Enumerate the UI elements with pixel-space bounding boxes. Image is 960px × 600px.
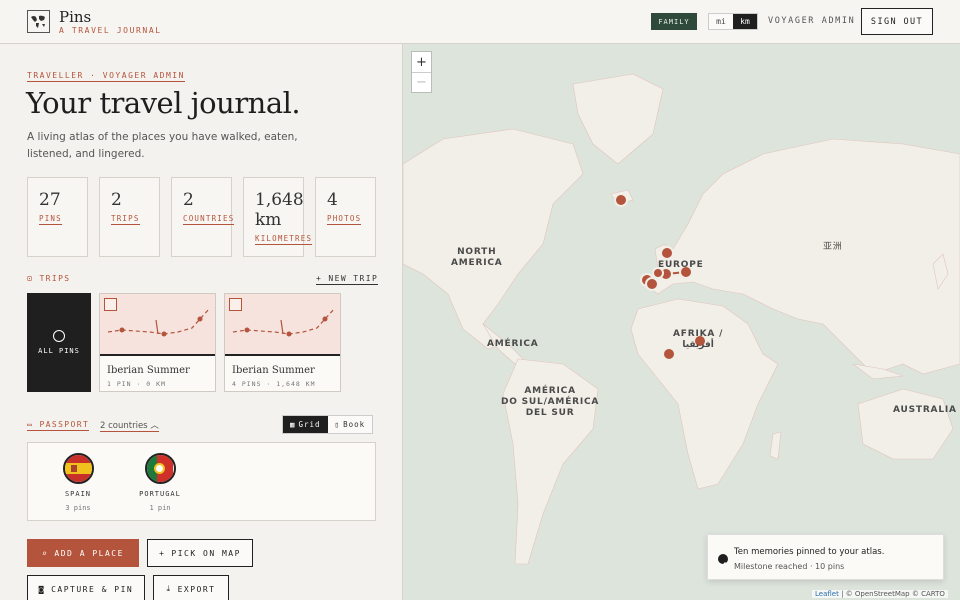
toast-title: Ten memories pinned to your atlas.	[734, 547, 885, 557]
trip-card[interactable]: Iberian Summer 1 PIN · 0 KM	[99, 293, 216, 392]
page-description: A living atlas of the places you have wa…	[27, 131, 298, 160]
globe-icon	[104, 298, 117, 311]
zoom-control: + −	[411, 51, 432, 93]
map-label-europe: EUROPE	[658, 260, 704, 270]
stat-kilometres: 1,648 km KILOMETRES	[243, 177, 313, 257]
trip-route-illustration	[100, 294, 215, 356]
stat-photos-label: PHOTOS	[327, 214, 362, 225]
trips-section-label: ⊡ TRIPS	[27, 274, 71, 283]
logo-map-icon[interactable]	[27, 10, 50, 33]
map-label-north-america: NORTH AMERICA	[451, 247, 503, 268]
grid-view-button[interactable]: ▦ Grid	[283, 416, 328, 433]
portugal-flag-icon	[144, 453, 176, 484]
check-circle-icon	[718, 554, 728, 567]
page-title: Your travel journal.	[26, 86, 301, 120]
leaflet-link[interactable]: Leaflet	[815, 590, 839, 598]
stat-countries-label: COUNTRIES	[183, 214, 235, 225]
search-icon: ⌕	[42, 548, 49, 558]
chevron-up-icon: ︿	[150, 421, 159, 431]
country-name: PORTUGAL	[139, 490, 181, 498]
all-pins-card[interactable]: ALL PINS	[27, 293, 91, 392]
stat-trips: 2 TRIPS	[99, 177, 160, 257]
family-badge: FAMILY	[651, 13, 697, 30]
book-view-button[interactable]: ▯ Book	[327, 416, 373, 433]
map-land	[403, 73, 960, 565]
export-button[interactable]: ⤓ EXPORT	[153, 575, 229, 600]
milestone-toast: Ten memories pinned to your atlas. Miles…	[707, 534, 944, 580]
country-filter-dropdown[interactable]: 2 countries ︿	[100, 419, 159, 432]
camera-icon: ◙	[38, 584, 46, 594]
brand-name: Pins	[59, 8, 92, 26]
spain-flag-icon	[62, 453, 94, 484]
compass-icon	[53, 330, 65, 342]
trip-meta: 1 PIN · 0 KM	[107, 380, 166, 388]
stat-trips-value: 2	[111, 190, 122, 210]
country-pin-count: 1 pin	[149, 504, 171, 512]
all-pins-label: ALL PINS	[38, 347, 80, 355]
download-icon: ⤓	[166, 584, 172, 593]
country-stamp-portugal[interactable]: PORTUGAL 1 pin	[125, 453, 195, 512]
attribution-text: | © OpenStreetMap © CARTO	[841, 590, 945, 598]
trip-meta: 4 PINS · 1,648 KM	[232, 380, 316, 388]
stat-pins-value: 27	[39, 190, 61, 210]
capture-pin-button[interactable]: ◙ CAPTURE & PIN	[27, 575, 145, 600]
stat-photos: 4 PHOTOS	[315, 177, 376, 257]
zoom-in-button[interactable]: +	[412, 52, 431, 72]
stat-kilometres-label: KILOMETRES	[255, 234, 313, 245]
passport-grid: SPAIN 3 pins PORTUGAL 1 pin	[27, 442, 376, 521]
trip-route-illustration	[225, 294, 340, 356]
unit-km-button[interactable]: km	[733, 14, 757, 29]
journal-panel: TRAVELLER · VOYAGER ADMIN Your travel jo…	[0, 44, 403, 600]
map-label-africa: AFRIKA / أفريقيا	[673, 329, 724, 350]
traveller-eyebrow: TRAVELLER · VOYAGER ADMIN	[27, 71, 185, 82]
country-stamp-spain[interactable]: SPAIN 3 pins	[43, 453, 113, 512]
user-label: VOYAGER ADMIN	[768, 16, 856, 26]
passport-section-label: ▭ PASSPORT	[27, 420, 90, 431]
map-label-asia: 亚洲	[823, 242, 843, 252]
map-label-south-america: AMÉRICA DO SUL/AMÉRICA DEL SUR	[501, 386, 600, 418]
suitcase-icon: ⊡	[27, 274, 40, 283]
stat-kilometres-value: 1,648 km	[255, 190, 304, 230]
trip-name: Iberian Summer	[107, 365, 190, 376]
pick-on-map-button[interactable]: + PICK ON MAP	[147, 539, 253, 567]
new-trip-button[interactable]: + NEW TRIP	[316, 274, 379, 285]
unit-toggle: mi km	[708, 13, 758, 30]
world-map[interactable]: + − NORTH AMERICA EUROPE 亚洲 AMÉRICA AMÉR…	[403, 44, 960, 600]
unit-mi-button[interactable]: mi	[709, 14, 733, 29]
stat-countries-value: 2	[183, 190, 194, 210]
toast-subtitle: Milestone reached · 10 pins	[734, 562, 845, 571]
brand-tagline: A TRAVEL JOURNAL	[59, 26, 162, 35]
book-icon: ▭	[27, 420, 40, 429]
trip-card[interactable]: Iberian Summer 4 PINS · 1,648 KM	[224, 293, 341, 392]
passport-view-toggle: ▦ Grid ▯ Book	[282, 415, 374, 434]
sign-out-button[interactable]: SIGN OUT	[861, 8, 933, 35]
country-name: SPAIN	[64, 490, 92, 498]
trip-name: Iberian Summer	[232, 365, 315, 376]
add-place-button[interactable]: ⌕ ADD A PLACE	[27, 539, 139, 567]
book-icon: ▯	[334, 420, 341, 429]
globe-icon	[229, 298, 242, 311]
app-header: Pins A TRAVEL JOURNAL FAMILY mi km VOYAG…	[0, 0, 960, 44]
stat-trips-label: TRIPS	[111, 214, 140, 225]
map-label-america: AMÉRICA	[487, 339, 539, 349]
stat-pins-label: PINS	[39, 214, 62, 225]
map-label-australia: AUSTRALIA	[893, 405, 957, 415]
stat-pins: 27 PINS	[27, 177, 88, 257]
plus-icon: +	[159, 548, 166, 558]
stat-photos-value: 4	[327, 190, 338, 210]
country-pin-count: 3 pins	[65, 504, 91, 512]
zoom-out-button[interactable]: −	[412, 72, 431, 92]
stat-countries: 2 COUNTRIES	[171, 177, 235, 257]
map-attribution: Leaflet | © OpenStreetMap © CARTO	[812, 590, 948, 598]
grid-icon: ▦	[290, 420, 296, 429]
